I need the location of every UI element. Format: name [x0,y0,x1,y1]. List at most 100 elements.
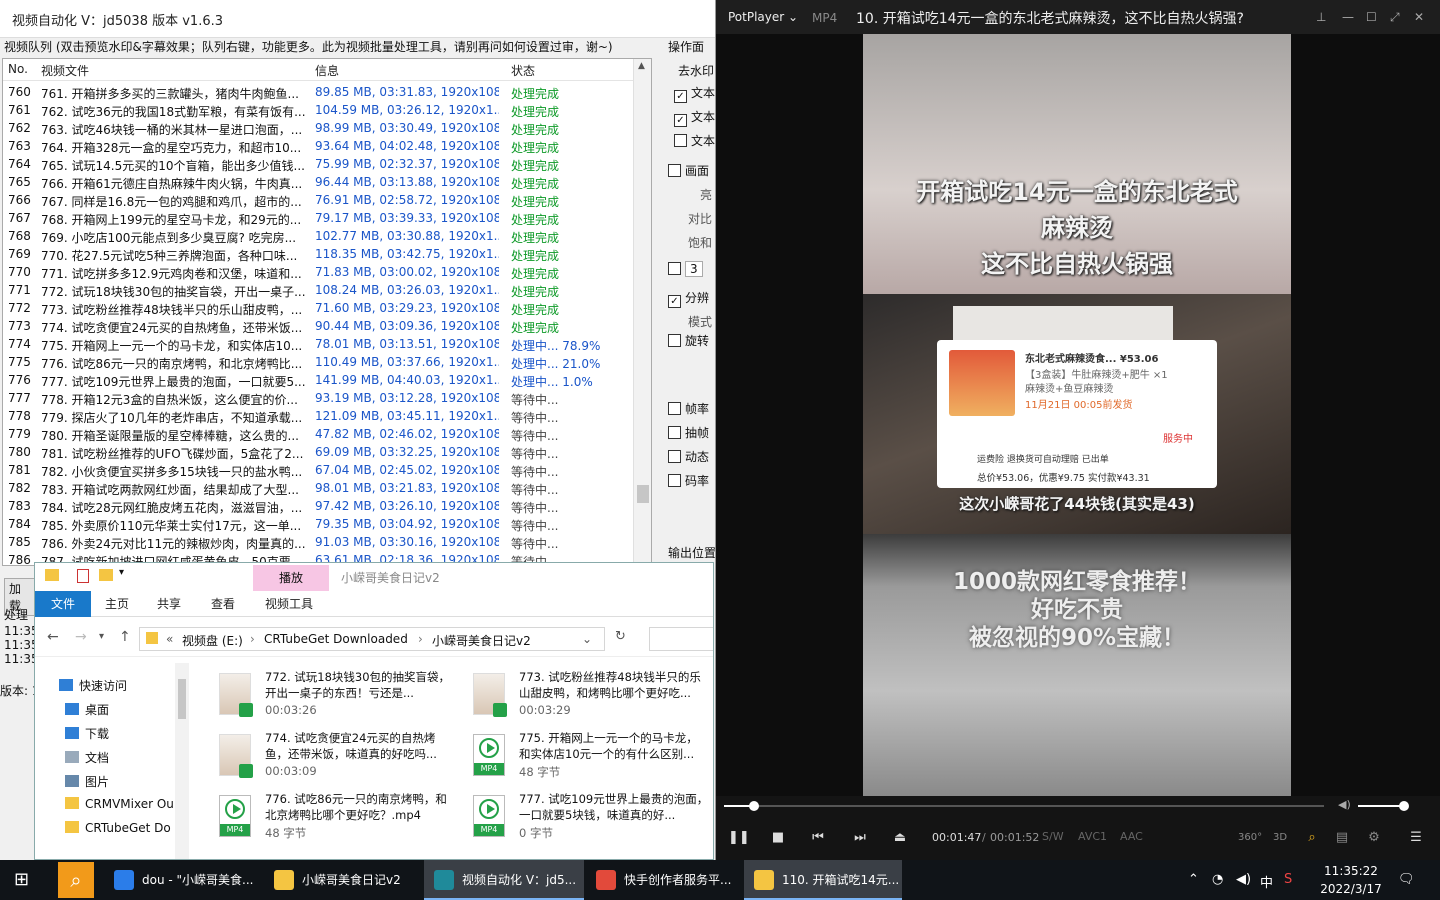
breadcrumb-downloads[interactable]: CRTubeGet Downloaded [264,632,408,646]
file-item[interactable]: MP4 777. 试吃109元世界上最贵的泡面，一口就要5块钱，味道真的好... 0… [465,789,713,845]
op-text-3[interactable]: 文本 [674,132,715,149]
checkbox-icon[interactable] [668,164,681,177]
table-row[interactable]: 766 767. 同样是16.8元一包的鸡腿和鸡爪，超市的... 76.91 MB,… [3,191,633,209]
up-arrow-icon[interactable]: ↑ [119,629,131,645]
nav-documents[interactable]: 文档 [65,749,109,766]
checkbox-icon[interactable] [668,334,681,347]
table-row[interactable]: 763 764. 开箱328元一盒的星空巧克力，和超市10... 93.64 MB,… [3,137,633,155]
table-row[interactable]: 760 761. 开箱拼多多买的三款罐头，猪肉牛肉鲍鱼... 89.85 MB, 0… [3,83,633,101]
address-dropdown-icon[interactable]: ⌄ [582,632,592,646]
search-input[interactable] [649,627,713,651]
checkbox-icon[interactable] [674,134,687,147]
system-clock[interactable]: 11:35:22 2022/3/17 [1306,862,1396,898]
recent-dropdown-icon[interactable]: ▾ [99,631,104,642]
chevron-up-icon[interactable]: ⌃ [1188,872,1199,887]
tab-video-tools[interactable]: 视频工具 [265,595,313,612]
tab-play-context[interactable]: 播放 [253,565,329,591]
search-icon[interactable]: ⌕ [58,862,94,898]
table-row[interactable]: 772 773. 试吃粉丝推荐48块钱半只的乐山甜皮鸭，... 71.60 MB, … [3,299,633,317]
fullscreen-icon[interactable]: ⤢ [1390,10,1400,25]
table-row[interactable]: 785 786. 外卖24元对比11元的辣椒炒肉，肉量真的... 91.03 MB,… [3,533,633,551]
file-item[interactable]: MP4 775. 开箱网上一元一个的马卡龙，和实体店10元一个的有什么区别... 4… [465,728,713,784]
table-row[interactable]: 777 778. 开箱12元3盒的自热米饭，这么便宜的价... 93.19 MB, … [3,389,633,407]
playlist-icon[interactable]: ▤ [1332,828,1352,848]
nav-desktop[interactable]: 桌面 [65,701,109,718]
taskbar-app-button[interactable]: dou - "小嵘哥美食... [104,860,264,900]
seek-bar[interactable]: ◀) [716,796,1440,816]
volume-icon[interactable]: ◀) [1236,872,1251,887]
file-item[interactable]: 772. 试玩18块钱30包的抽奖盲袋，开出一桌子的东西！亏还是... 00:03… [211,667,461,723]
properties-icon[interactable] [77,569,89,583]
taskbar-app-button[interactable]: 110. 开箱试吃14元... [744,860,902,900]
network-icon[interactable]: ◔ [1212,872,1223,887]
volume-slider[interactable] [1358,805,1404,807]
list-scrollbar[interactable]: ▲ [633,59,651,565]
seek-track[interactable] [724,805,1324,807]
video-codec-tag[interactable]: AVC1 [1078,830,1107,843]
table-row[interactable]: 770 771. 试吃拼多多12.9元鸡肉卷和汉堡，味道和... 71.83 MB,… [3,263,633,281]
previous-icon[interactable]: ⏮ [808,828,828,848]
table-row[interactable]: 775 776. 试吃86元一只的南京烤鸭，和北京烤鸭比... 110.49 MB,… [3,353,633,371]
next-icon[interactable]: ⏭ [850,828,870,848]
app-tray-icon[interactable]: S [1284,872,1292,887]
video-queue-list[interactable]: No. 视频文件 信息 状态 760 761. 开箱拼多多买的三款罐头，猪肉牛肉鲍… [2,58,652,566]
table-row[interactable]: 779 780. 开箱圣诞限量版的星空棒棒糖，这么贵的... 47.82 MB, 0… [3,425,633,443]
folder-icon[interactable] [45,569,59,581]
col-no[interactable]: No. [8,62,28,76]
table-row[interactable]: 781 782. 小伙贪便宜买拼多多15块钱一只的盐水鸭... 67.04 MB, … [3,461,633,479]
table-row[interactable]: 769 770. 花27.5元试吃5种三养牌泡面，各种口味... 118.35 MB… [3,245,633,263]
nav-downloads[interactable]: 下载 [65,725,109,742]
scrollbar-thumb[interactable] [637,485,649,503]
3d-icon[interactable]: 3D [1270,828,1290,848]
table-row[interactable]: 771 772. 试玩18块钱30包的抽奖盲袋，开出一桌子... 108.24 MB… [3,281,633,299]
op-dynamic[interactable]: 动态 [668,448,709,465]
chevron-down-icon[interactable]: ▾ [119,567,124,578]
audio-codec-tag[interactable]: AAC [1120,830,1143,843]
op-framerate[interactable]: 帧率 [668,400,709,417]
op-rotate[interactable]: 旋转 [668,332,709,349]
speaker-icon[interactable]: ◀) [1338,798,1351,811]
scrollbar-thumb[interactable] [178,679,186,719]
checkbox-icon[interactable] [668,450,681,463]
maximize-icon[interactable]: ☐ [1366,10,1377,24]
table-row[interactable]: 768 769. 小吃店100元能点到多少臭豆腐? 吃完房... 102.77 MB… [3,227,633,245]
op-frame-drop[interactable]: 抽帧 [668,424,709,441]
volume-handle[interactable] [1399,801,1409,811]
pin-icon[interactable]: ⊥ [1316,10,1326,24]
table-row[interactable]: 765 766. 开箱61元德庄自热麻辣牛肉火锅，牛肉真... 96.44 MB, … [3,173,633,191]
col-status[interactable]: 状态 [511,62,535,79]
breadcrumb-overflow-icon[interactable]: « [166,632,173,646]
checkbox-icon[interactable]: ✓ [668,295,681,308]
op-number-field[interactable]: 3 [685,261,703,277]
nav-pictures[interactable]: 图片 [65,773,109,790]
nav-quick-access[interactable]: 快速访问 [59,677,127,694]
op-bitrate[interactable]: 码率 [668,472,709,489]
checkbox-icon[interactable] [668,402,681,415]
table-row[interactable]: 761 762. 试吃36元的我国18式勤军粮，有菜有饭有... 104.59 MB… [3,101,633,119]
close-icon[interactable]: ✕ [1414,10,1424,24]
checkbox-icon[interactable] [668,262,681,275]
op-picture[interactable]: 画面 [668,162,709,179]
video-frame[interactable]: 开箱试吃14元一盒的东北老式 麻辣烫 这不比自热火锅强 这次小嵘哥花了44块钱(… [863,34,1291,796]
table-row[interactable]: 762 763. 试吃46块钱一桶的米其林一星进口泡面，... 98.99 MB, … [3,119,633,137]
op-resolution[interactable]: ✓ 分辨 [668,289,709,308]
op-value[interactable]: 3 [668,261,703,277]
refresh-icon[interactable]: ↻ [615,629,626,644]
breadcrumb-drive[interactable]: 视频盘 (E:) [182,632,243,649]
start-windows-icon[interactable]: ⊞ [14,870,34,890]
col-info[interactable]: 信息 [315,62,339,79]
checkbox-icon[interactable]: ✓ [674,90,687,103]
table-row[interactable]: 764 765. 试玩14.5元买的10个盲箱，能出多少值钱... 75.99 MB… [3,155,633,173]
col-file[interactable]: 视频文件 [41,62,89,79]
taskbar-app-button[interactable]: 小嵘哥美食日记v2 [264,860,422,900]
checkbox-icon[interactable] [668,474,681,487]
search-subtitle-icon[interactable]: ⌕ [1302,828,1322,848]
forward-arrow-icon[interactable]: → [75,629,87,645]
nav-folder-crmvmixer[interactable]: CRMVMixer Ou [65,797,174,811]
notification-icon[interactable]: 🗨 [1398,872,1415,887]
file-item[interactable]: 774. 试吃贪便宜24元买的自热烤鱼，还带米饭，味道真的好吃吗... 00:03… [211,728,461,784]
table-row[interactable]: 782 783. 开箱试吃两款网红炒面，结果却成了大型... 98.01 MB, 0… [3,479,633,497]
decoder-tag[interactable]: S/W [1042,830,1064,843]
ime-indicator[interactable]: 中 [1260,872,1273,891]
breadcrumb-current[interactable]: 小嵘哥美食日记v2 [432,632,531,649]
